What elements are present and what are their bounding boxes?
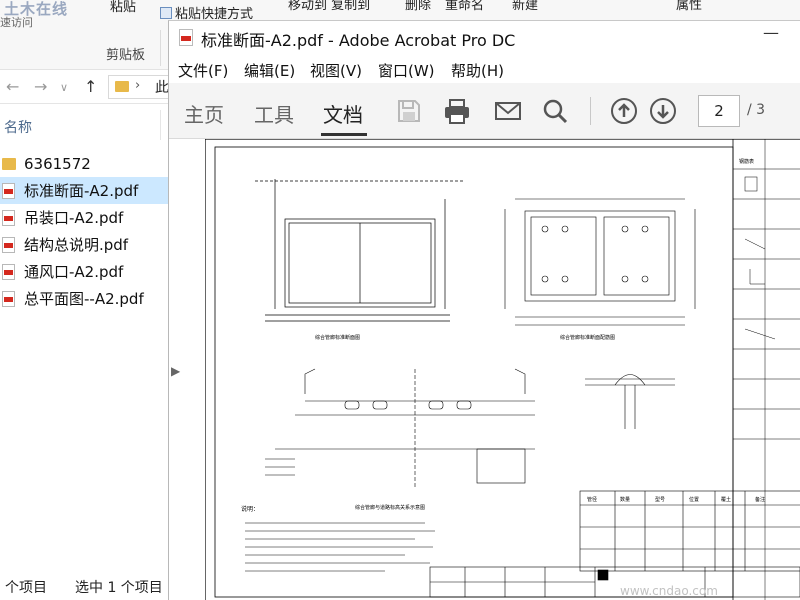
rename-button[interactable]: 重命名 bbox=[445, 0, 484, 13]
table-header: 覆土 bbox=[721, 496, 731, 503]
search-icon[interactable] bbox=[541, 97, 569, 125]
folder-icon bbox=[115, 81, 129, 92]
pdf-file-icon bbox=[2, 182, 15, 199]
column-divider[interactable] bbox=[160, 110, 161, 140]
document-viewport[interactable]: 综合管廊标准断面图 综合管廊标准断面配筋图 综合管廊与道路标高关系示意图 管径 … bbox=[169, 139, 800, 600]
file-name: 吊装口-A2.pdf bbox=[24, 209, 124, 227]
file-list: 6361572 标准断面-A2.pdf 吊装口-A2.pdf 结构总说明.pdf… bbox=[0, 150, 170, 312]
move-copy-button[interactable]: 移动到 复制到 bbox=[288, 0, 370, 13]
list-item-folder[interactable]: 6361572 bbox=[0, 150, 170, 177]
properties-button[interactable]: 属性 bbox=[676, 0, 702, 13]
menu-window[interactable]: 窗口(W) bbox=[378, 60, 435, 81]
paste-label: 粘贴 bbox=[110, 0, 137, 15]
table-header: 位置 bbox=[689, 496, 699, 503]
list-item-selected[interactable]: 标准断面-A2.pdf bbox=[0, 177, 170, 204]
file-name: 结构总说明.pdf bbox=[24, 236, 129, 254]
path-separator-icon: › bbox=[135, 78, 141, 93]
paste-button[interactable]: 粘贴 bbox=[110, 0, 136, 15]
acrobat-window: 标准断面-A2.pdf - Adobe Acrobat Pro DC — 文件(… bbox=[168, 20, 800, 600]
file-name: 总平面图--A2.pdf bbox=[24, 290, 144, 308]
legend-title: 钢筋表 bbox=[739, 158, 754, 165]
properties-label: 属性 bbox=[676, 0, 703, 13]
toolbar: 主页 工具 文档 / 3 bbox=[169, 83, 800, 139]
file-name: 通风口-A2.pdf bbox=[24, 263, 124, 281]
table-header: 型号 bbox=[655, 496, 665, 503]
toolbar-separator bbox=[590, 97, 591, 125]
menu-help[interactable]: 帮助(H) bbox=[451, 60, 504, 81]
address-path: 此 bbox=[155, 80, 169, 96]
footer-watermark: www.cndao.com bbox=[620, 584, 718, 598]
list-item[interactable]: 通风口-A2.pdf bbox=[0, 258, 170, 285]
title-bar: 标准断面-A2.pdf - Adobe Acrobat Pro DC — bbox=[169, 21, 800, 55]
column-header-name[interactable]: 名称 bbox=[4, 117, 32, 137]
move-copy-label: 移动到 复制到 bbox=[288, 0, 371, 13]
menu-file[interactable]: 文件(F) bbox=[178, 60, 228, 81]
tab-tools[interactable]: 工具 bbox=[254, 99, 294, 128]
page-down-icon[interactable] bbox=[649, 97, 677, 125]
ribbon-divider bbox=[160, 30, 161, 66]
list-item[interactable]: 结构总说明.pdf bbox=[0, 231, 170, 258]
page-number-input[interactable] bbox=[698, 95, 740, 127]
tab-document[interactable]: 文档 bbox=[323, 99, 363, 128]
table-header: 管径 bbox=[587, 496, 597, 503]
folder-icon bbox=[2, 157, 16, 170]
selection-count: 选中 1 个项目 bbox=[75, 580, 163, 596]
list-item[interactable]: 总平面图--A2.pdf bbox=[0, 285, 170, 312]
clipboard-group-label: 剪贴板 bbox=[106, 48, 146, 63]
paste-shortcut-icon bbox=[160, 7, 172, 19]
window-title: 标准断面-A2.pdf - Adobe Acrobat Pro DC bbox=[201, 31, 516, 50]
file-name: 6361572 bbox=[24, 154, 91, 173]
new-button[interactable]: 新建 bbox=[512, 0, 538, 13]
table-header: 备注 bbox=[755, 496, 765, 503]
recent-chevron-icon[interactable]: ∨ bbox=[60, 81, 68, 94]
print-icon[interactable] bbox=[443, 97, 471, 125]
quick-access-label: 速访问 bbox=[0, 16, 33, 29]
menu-view[interactable]: 视图(V) bbox=[310, 60, 362, 81]
page-up-icon[interactable] bbox=[610, 97, 638, 125]
menu-edit[interactable]: 编辑(E) bbox=[244, 60, 295, 81]
pdf-file-icon bbox=[2, 263, 15, 280]
email-icon[interactable] bbox=[494, 97, 522, 125]
item-count: 个项目 bbox=[5, 580, 47, 596]
pdf-file-icon bbox=[2, 209, 15, 226]
engineering-drawing: 综合管廊标准断面图 综合管廊标准断面配筋图 综合管廊与道路标高关系示意图 管径 … bbox=[205, 139, 800, 600]
pdf-file-icon bbox=[2, 290, 15, 307]
rename-label: 重命名 bbox=[445, 0, 485, 13]
pdf-app-icon bbox=[179, 29, 193, 46]
delete-label: 删除 bbox=[405, 0, 432, 13]
minimize-icon[interactable]: — bbox=[763, 23, 779, 42]
section-title-1: 综合管廊标准断面图 bbox=[315, 334, 360, 341]
notes-title: 说明： bbox=[241, 505, 259, 513]
up-arrow-icon[interactable]: ↑ bbox=[84, 77, 97, 96]
back-arrow-icon[interactable]: ← bbox=[6, 77, 19, 96]
section-title-2: 综合管廊标准断面配筋图 bbox=[560, 334, 615, 341]
file-name: 标准断面-A2.pdf bbox=[24, 182, 139, 200]
delete-button[interactable]: 删除 bbox=[405, 0, 431, 13]
pdf-file-icon bbox=[2, 236, 15, 253]
collapse-arrow-icon[interactable]: ▶ bbox=[171, 364, 180, 378]
active-tab-indicator bbox=[321, 133, 367, 136]
forward-arrow-icon[interactable]: → bbox=[34, 77, 47, 96]
table-header: 数量 bbox=[620, 496, 630, 503]
save-icon[interactable] bbox=[395, 97, 423, 125]
address-bar: ← → ∨ ↑ › 此 bbox=[0, 70, 178, 104]
tab-home[interactable]: 主页 bbox=[184, 99, 224, 128]
page-total: / 3 bbox=[747, 102, 766, 118]
section-title-3: 综合管廊与道路标高关系示意图 bbox=[355, 504, 425, 511]
new-label: 新建 bbox=[512, 0, 539, 13]
list-item[interactable]: 吊装口-A2.pdf bbox=[0, 204, 170, 231]
menu-bar: 文件(F) 编辑(E) 视图(V) 窗口(W) 帮助(H) bbox=[169, 55, 800, 83]
